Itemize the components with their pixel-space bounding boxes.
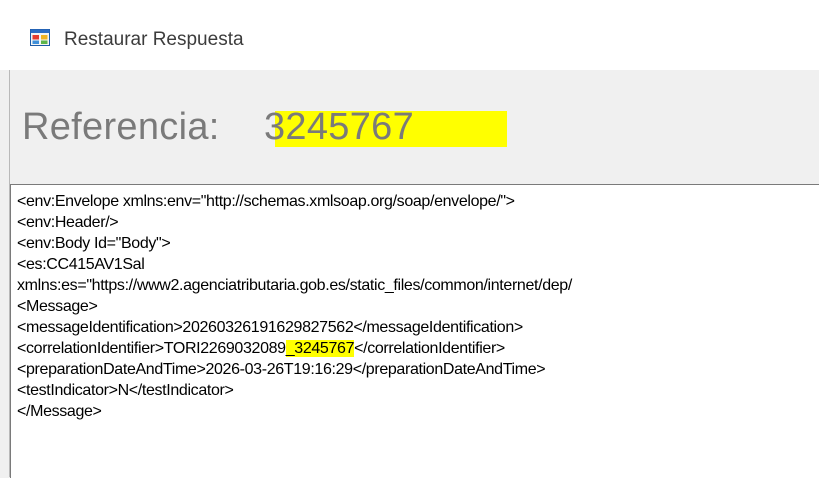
xml-line: <env:Header/>	[17, 214, 119, 231]
reference-value: 3245767	[264, 106, 415, 148]
xml-line-correlation: <correlationIdentifier>TORI2269032089_32…	[17, 340, 505, 358]
xml-line: <es:CC415AV1Sal	[17, 256, 145, 273]
xml-line: <env:Envelope xmlns:env="http://schemas.…	[17, 193, 515, 210]
xml-line: xmlns:es="https://www2.agenciatributaria…	[17, 277, 572, 294]
xml-line: <preparationDateAndTime>2026-03-26T19:16…	[17, 361, 546, 378]
correlation-reference-highlight: _3245767	[285, 340, 355, 357]
xml-line: <env:Body Id="Body">	[17, 235, 171, 252]
xml-response-textbox[interactable]: <env:Envelope xmlns:env="http://schemas.…	[10, 184, 819, 478]
form-app-icon	[30, 29, 50, 46]
title-bar: Restaurar Respuesta	[0, 0, 819, 70]
xml-line: </Message>	[17, 403, 102, 420]
window-title: Restaurar Respuesta	[64, 29, 244, 50]
correlation-suffix: </correlationIdentifier>	[354, 340, 505, 357]
reference-label: Referencia:	[22, 106, 220, 148]
xml-line: <messageIdentification>20260326191629827…	[17, 319, 523, 336]
xml-line: <testIndicator>N</testIndicator>	[17, 382, 234, 399]
correlation-prefix: <correlationIdentifier>TORI2269032089	[17, 340, 286, 357]
xml-line: <Message>	[17, 298, 98, 315]
